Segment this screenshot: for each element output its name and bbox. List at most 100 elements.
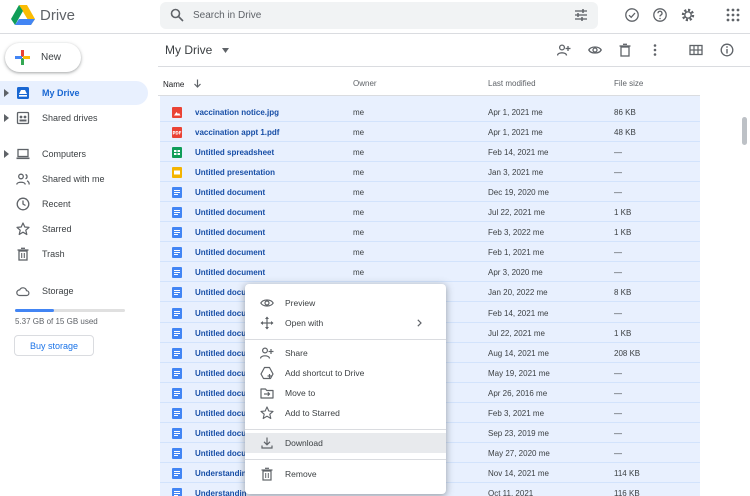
file-last-modified: Apr 1, 2021 me xyxy=(488,108,543,117)
table-row[interactable]: PDF vaccination appt 1.pdf me Apr 1, 2021 m… xyxy=(160,122,700,143)
menu-item-share[interactable]: Share xyxy=(245,343,446,363)
sort-arrow-down-icon[interactable] xyxy=(193,79,202,88)
file-last-modified: Apr 3, 2020 me xyxy=(488,268,543,278)
file-last-modified: Oct 11, 2021 xyxy=(488,488,534,496)
file-owner: me xyxy=(353,188,365,198)
column-header-last-modified[interactable]: Last modified xyxy=(488,79,536,88)
page-title[interactable]: My Drive xyxy=(165,43,212,57)
menu-item-remove[interactable]: Remove xyxy=(245,464,446,484)
file-last-modified: Feb 1, 2021 me xyxy=(488,248,545,258)
file-owner: me xyxy=(353,268,365,278)
search-input[interactable] xyxy=(193,6,553,25)
sidebar-item-label: Trash xyxy=(42,249,65,259)
apps-grid-icon[interactable] xyxy=(725,7,741,23)
sidebar-item-shared-with-me[interactable]: Shared with me xyxy=(0,167,148,191)
menu-item-label: Add shortcut to Drive xyxy=(285,368,365,378)
computer-icon xyxy=(16,148,30,160)
doc-file-icon xyxy=(172,407,182,419)
file-owner: me xyxy=(353,168,365,178)
caret-right-icon[interactable] xyxy=(4,150,10,158)
details-info-icon[interactable] xyxy=(720,43,734,57)
search-options-icon[interactable] xyxy=(574,8,588,22)
file-size: — xyxy=(614,428,622,438)
file-size: 114 KB xyxy=(614,468,640,478)
new-button[interactable]: New xyxy=(5,43,81,72)
table-row[interactable]: Untitled document me Feb 1, 2021 me — xyxy=(160,242,700,263)
sidebar-item-label: Recent xyxy=(42,199,71,209)
file-name[interactable]: Untitled document xyxy=(195,228,345,237)
scrollbar-thumb[interactable] xyxy=(742,117,747,145)
more-vertical-icon[interactable] xyxy=(648,43,662,57)
file-name[interactable]: Untitled spreadsheet xyxy=(195,148,345,157)
doc-file-icon xyxy=(172,427,182,439)
sidebar-item-label: Starred xyxy=(42,224,72,234)
breadcrumb[interactable]: My Drive xyxy=(165,43,229,57)
caret-right-icon[interactable] xyxy=(4,89,10,97)
menu-divider xyxy=(245,459,446,460)
shared-drives-icon xyxy=(16,111,30,125)
trash-icon xyxy=(261,467,273,481)
search-bar[interactable] xyxy=(160,2,598,29)
trash-icon xyxy=(17,247,29,261)
sidebar-item-trash[interactable]: Trash xyxy=(0,242,148,266)
file-name[interactable]: vaccination notice.jpg xyxy=(195,108,345,117)
table-row[interactable]: Untitled presentation me Jan 3, 2021 me — xyxy=(160,162,700,183)
column-header-file-size[interactable]: File size xyxy=(614,79,643,88)
preview-eye-icon[interactable] xyxy=(588,43,602,57)
buy-storage-button[interactable]: Buy storage xyxy=(14,335,94,356)
sidebar-item-computers[interactable]: Computers xyxy=(0,142,148,166)
doc-file-icon xyxy=(172,327,182,339)
sidebar-item-shared-drives[interactable]: Shared drives xyxy=(0,106,148,130)
table-row[interactable]: Untitled spreadsheet me Feb 14, 2021 me — xyxy=(160,142,700,163)
file-name[interactable]: Untitled document xyxy=(195,268,345,277)
file-last-modified: Dec 19, 2020 me xyxy=(488,188,549,198)
remove-trash-icon[interactable] xyxy=(618,43,632,57)
caret-right-icon[interactable] xyxy=(4,114,10,122)
column-header-owner[interactable]: Owner xyxy=(353,79,377,88)
help-icon[interactable] xyxy=(652,7,668,23)
share-person-add-icon[interactable] xyxy=(557,43,571,57)
svg-text:PDF: PDF xyxy=(173,131,182,136)
column-header-name[interactable]: Name xyxy=(163,79,202,89)
file-name[interactable]: Untitled document xyxy=(195,248,345,257)
file-owner: me xyxy=(353,148,365,158)
menu-item-open-with[interactable]: Open with xyxy=(245,313,446,333)
sidebar-item-storage[interactable]: Storage xyxy=(0,279,148,303)
presentation-file-icon xyxy=(172,167,182,179)
chevron-down-icon[interactable] xyxy=(221,48,229,54)
settings-gear-icon[interactable] xyxy=(680,7,696,23)
menu-item-add-to-starred[interactable]: Add to Starred xyxy=(245,403,446,423)
file-last-modified: Sep 23, 2019 me xyxy=(488,428,549,438)
menu-item-download[interactable]: Download xyxy=(245,433,446,453)
cloud-icon xyxy=(16,287,30,297)
search-icon[interactable] xyxy=(170,8,184,22)
sidebar-item-label: Storage xyxy=(42,286,74,296)
menu-item-preview[interactable]: Preview xyxy=(245,293,446,313)
file-name[interactable]: Untitled document xyxy=(195,188,345,197)
table-row[interactable]: vaccination notice.jpg me Apr 1, 2021 me 86… xyxy=(160,102,700,122)
sidebar-item-my-drive[interactable]: My Drive xyxy=(0,81,148,105)
table-row[interactable]: Untitled document me Apr 3, 2020 me — xyxy=(160,262,700,283)
offline-ready-icon[interactable] xyxy=(624,7,640,23)
pdf-file-icon: PDF xyxy=(172,127,182,139)
menu-item-label: Download xyxy=(285,438,323,448)
file-name[interactable]: Untitled presentation xyxy=(195,168,345,177)
file-last-modified: Jan 3, 2021 me xyxy=(488,168,544,178)
table-row[interactable]: Untitled document me Jul 22, 2021 me 1 KB xyxy=(160,202,700,223)
file-name[interactable]: vaccination appt 1.pdf xyxy=(195,128,345,137)
drive-logo-icon[interactable] xyxy=(11,4,35,26)
file-name[interactable]: Untitled document xyxy=(195,208,345,217)
table-row[interactable]: Untitled document me Dec 19, 2020 me — xyxy=(160,182,700,203)
file-size: 1 KB xyxy=(614,208,632,218)
menu-item-move-to[interactable]: Move to xyxy=(245,383,446,403)
table-row[interactable]: Untitled document me Feb 3, 2022 me 1 KB xyxy=(160,222,700,243)
sidebar-item-starred[interactable]: Starred xyxy=(0,217,148,241)
menu-item-add-shortcut[interactable]: Add shortcut to Drive xyxy=(245,363,446,383)
grid-view-icon[interactable] xyxy=(689,43,703,57)
menu-item-label: Share xyxy=(285,348,308,358)
sidebar-item-recent[interactable]: Recent xyxy=(0,192,148,216)
file-size: 86 KB xyxy=(614,108,636,117)
menu-item-label: Move to xyxy=(285,388,316,398)
file-size: 116 KB xyxy=(614,488,640,496)
file-size: 48 KB xyxy=(614,128,636,138)
